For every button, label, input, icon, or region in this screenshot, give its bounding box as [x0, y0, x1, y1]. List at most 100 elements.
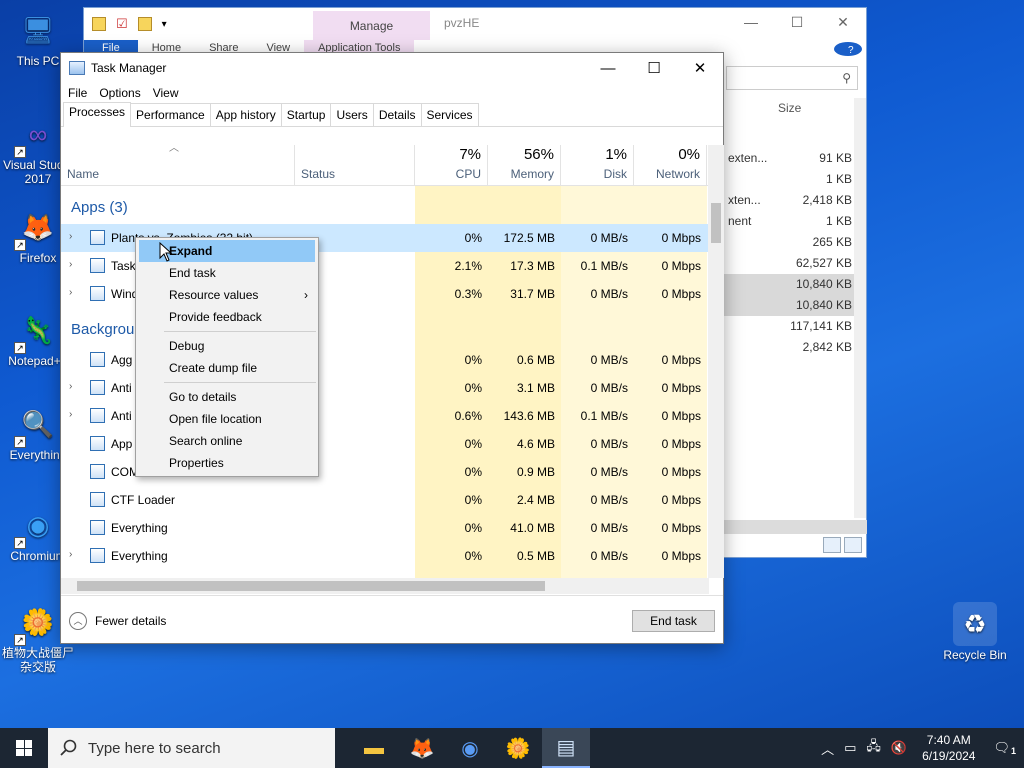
minimize-icon[interactable]: — [728, 8, 774, 36]
table-row[interactable]: Everything 0% 41.0 MB 0 MB/s 0 Mbps [61, 514, 709, 542]
volume-muted-icon[interactable]: 🔇 [886, 740, 912, 756]
memory-value: 143.6 MB [503, 409, 555, 423]
menu-item-go-to-details[interactable]: Go to details [136, 386, 318, 408]
dropdown-icon[interactable]: ▾ [162, 19, 167, 30]
chevron-up-icon[interactable]: ︿ [816, 739, 839, 758]
table-row[interactable]: › Everything 0% 0.5 MB 0 MB/s 0 Mbps [61, 542, 709, 570]
large-icons-view-icon[interactable] [844, 537, 862, 553]
horizontal-scroll-thumb[interactable] [77, 581, 545, 591]
network-value: 0 Mbps [661, 259, 701, 273]
network-value: 0 Mbps [661, 381, 701, 395]
properties-icon[interactable]: ☑ [116, 16, 128, 32]
file-row[interactable]: exten... 91 KB [724, 148, 858, 169]
clock[interactable]: 7:40 AM 6/19/2024 [912, 732, 985, 764]
start-button[interactable] [0, 728, 48, 768]
file-row[interactable]: xten... 2,418 KB [724, 190, 858, 211]
column-header-status[interactable]: Status [295, 145, 415, 185]
taskbar-search-box[interactable]: Type here to search [48, 728, 335, 768]
process-icon [90, 230, 105, 245]
process-icon [90, 380, 105, 395]
chevron-right-icon[interactable]: › [69, 549, 72, 560]
vertical-scroll-thumb[interactable] [711, 203, 721, 243]
file-row[interactable]: 10,840 KB [724, 274, 858, 295]
file-row[interactable]: 1 KB [724, 169, 858, 190]
cpu-value: 0% [464, 437, 482, 451]
vertical-scrollbar[interactable] [708, 145, 724, 578]
process-icon [90, 548, 105, 563]
chevron-right-icon[interactable]: › [69, 381, 72, 392]
tab-users[interactable]: Users [330, 103, 374, 126]
menu-item-resource-values[interactable]: Resource values › [136, 284, 318, 306]
maximize-button[interactable]: ☐ [631, 53, 677, 83]
quick-access-toolbar: ☑ ▾ [92, 16, 167, 32]
chromium-icon: ◉ ↗ [14, 503, 60, 549]
chevron-right-icon[interactable]: › [69, 287, 72, 298]
details-view-icon[interactable] [823, 537, 841, 553]
menu-item-provide-feedback[interactable]: Provide feedback [136, 306, 318, 328]
tab-performance[interactable]: Performance [130, 103, 211, 126]
tab-startup[interactable]: Startup [280, 103, 332, 126]
file-row[interactable]: 117,141 KB [724, 316, 858, 337]
memory-value: 17.3 MB [510, 259, 555, 273]
column-header-memory[interactable]: 56% Memory [488, 145, 561, 185]
end-task-button[interactable]: End task [632, 610, 715, 632]
notification-icon[interactable]: 🗨 1 [985, 740, 1024, 756]
file-row[interactable]: 10,840 KB [724, 295, 858, 316]
taskbar-file-explorer[interactable]: ▬ [350, 728, 398, 768]
taskbar-task-manager[interactable]: ▤ [542, 728, 590, 768]
tablet-icon[interactable]: ▭ [839, 740, 861, 756]
menu-item-open-file-location[interactable]: Open file location [136, 408, 318, 430]
explorer-horizontal-scrollbar[interactable] [724, 520, 867, 534]
network-icon[interactable]: 🖧 [861, 737, 886, 759]
manage-tab[interactable]: Manage [313, 11, 430, 40]
memory-value: 0.9 MB [516, 465, 555, 479]
close-button[interactable]: ✕ [677, 53, 723, 83]
view-toggle [823, 537, 862, 553]
tab-processes[interactable]: Processes [63, 102, 132, 127]
horizontal-scrollbar[interactable] [61, 578, 709, 594]
new-folder-icon[interactable] [137, 17, 152, 31]
chevron-right-icon[interactable]: › [69, 259, 72, 270]
file-row[interactable]: 62,527 KB [724, 253, 858, 274]
taskbar-pvz[interactable]: 🌼 [494, 728, 542, 768]
maximize-icon[interactable]: ☐ [774, 8, 820, 36]
table-row[interactable]: CTF Loader 0% 2.4 MB 0 MB/s 0 Mbps [61, 486, 709, 514]
column-header-network[interactable]: 0% Network [634, 145, 707, 185]
menu-item-search-online[interactable]: Search online [136, 430, 318, 452]
tab-details[interactable]: Details [372, 103, 422, 126]
process-name: Everything [111, 521, 168, 535]
search-icon[interactable]: ⚲ [726, 66, 858, 90]
process-icon [90, 352, 105, 367]
folder-icon[interactable] [92, 17, 106, 31]
menu-item-properties[interactable]: Properties [136, 452, 318, 474]
taskbar-firefox[interactable]: 🦊 [398, 728, 446, 768]
size-column-header[interactable]: Size [778, 101, 801, 115]
file-row[interactable]: nent 1 KB [724, 211, 858, 232]
tab-app-history[interactable]: App history [209, 103, 282, 126]
column-header-cpu[interactable]: 7% CPU [415, 145, 488, 185]
column-header-disk[interactable]: 1% Disk [561, 145, 634, 185]
fewer-details-link[interactable]: ︿ Fewer details [69, 612, 166, 630]
column-header-name[interactable]: ︿ Name [61, 143, 295, 185]
chevron-right-icon[interactable]: › [69, 409, 72, 420]
chevron-right-icon[interactable]: › [69, 231, 72, 242]
close-icon[interactable]: ✕ [820, 8, 866, 36]
menu-item-end-task[interactable]: End task [136, 262, 318, 284]
system-tray: ︿ ▭ 🖧 🔇 7:40 AM 6/19/2024 🗨 1 [816, 728, 1024, 768]
menu-item-debug[interactable]: Debug [136, 335, 318, 357]
tab-services[interactable]: Services [420, 103, 479, 126]
help-icon[interactable]: ? [834, 42, 862, 56]
file-row[interactable]: 265 KB [724, 232, 858, 253]
menu-view[interactable]: View [153, 86, 179, 100]
process-name: Agg [111, 353, 133, 367]
file-row[interactable]: 2,842 KB [724, 337, 858, 358]
menu-item-create-dump-file[interactable]: Create dump file [136, 357, 318, 379]
minimize-button[interactable]: — [585, 53, 631, 83]
explorer-vertical-scrollbar[interactable] [854, 98, 866, 518]
shortcut-arrow-icon: ↗ [14, 146, 26, 158]
menu-file[interactable]: File [68, 86, 87, 100]
taskbar-chromium[interactable]: ◉ [446, 728, 494, 768]
menu-options[interactable]: Options [99, 86, 140, 100]
cpu-value: 0.6% [454, 409, 482, 423]
recycle-bin[interactable]: ♻ Recycle Bin [937, 602, 1013, 662]
